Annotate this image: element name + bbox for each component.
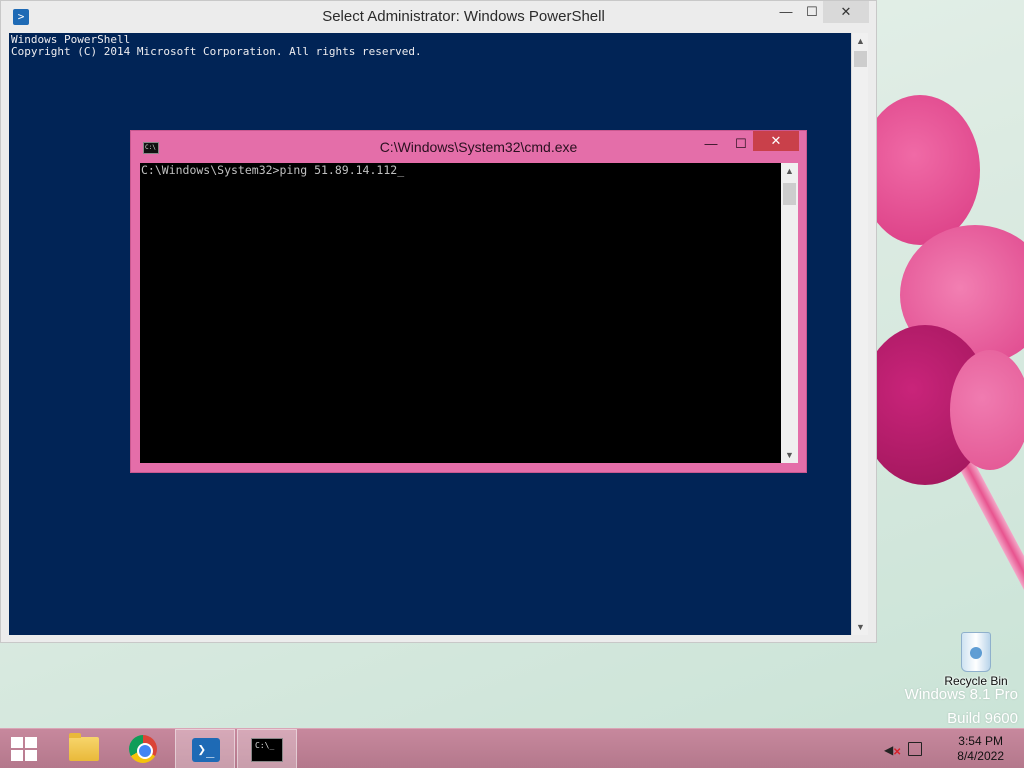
scroll-down-icon[interactable]: ▼	[781, 447, 798, 463]
scroll-up-icon[interactable]: ▲	[781, 163, 798, 179]
folder-icon	[69, 733, 99, 761]
cmd-scrollbar[interactable]: ▲ ▼	[781, 163, 798, 463]
taskbar-file-explorer[interactable]	[52, 729, 112, 768]
clock-date: 8/4/2022	[957, 749, 1004, 763]
console-line: Copyright (C) 2014 Microsoft Corporation…	[11, 45, 422, 58]
taskbar: ❯_ C:\_ ◀ ✕ 3:54 PM 8/4/2022	[0, 728, 1024, 768]
text-cursor: _	[397, 163, 405, 177]
powershell-titlebar[interactable]: > Select Administrator: Windows PowerShe…	[1, 1, 876, 33]
scroll-up-icon[interactable]: ▲	[852, 33, 869, 49]
cmd-window[interactable]: C:\ C:\Windows\System32\cmd.exe — ☐ ✕ C:…	[130, 130, 807, 473]
clock-time: 3:54 PM	[958, 734, 1003, 748]
taskbar-command-prompt[interactable]: C:\_	[237, 729, 297, 768]
powershell-icon: ❯_	[192, 738, 220, 762]
powershell-scrollbar[interactable]: ▲ ▼	[851, 33, 868, 635]
recycle-bin[interactable]: Recycle Bin	[940, 632, 1012, 688]
system-tray: ◀ ✕ 3:54 PM 8/4/2022	[884, 729, 1024, 768]
taskbar-powershell[interactable]: ❯_	[175, 729, 235, 768]
scroll-thumb[interactable]	[783, 183, 796, 205]
close-button[interactable]: ✕	[823, 1, 869, 23]
cmd-icon: C:\_	[251, 738, 283, 762]
os-watermark-build: Build 9600	[947, 710, 1018, 727]
os-watermark-edition: Windows 8.1 Pro	[904, 686, 1018, 703]
powershell-title: Select Administrator: Windows PowerShell	[322, 8, 605, 25]
recycle-bin-icon[interactable]	[961, 632, 991, 672]
flower-petal	[950, 350, 1024, 470]
minimize-button[interactable]: —	[696, 133, 726, 155]
mute-x-icon: ✕	[893, 747, 902, 758]
clock[interactable]: 3:54 PM 8/4/2022	[957, 734, 1004, 764]
flower-petal	[860, 95, 980, 245]
scroll-down-icon[interactable]: ▼	[852, 619, 869, 635]
cmd-console[interactable]: C:\Windows\System32>ping 51.89.14.112_	[140, 163, 781, 463]
scroll-thumb[interactable]	[854, 51, 867, 67]
windows-logo-icon	[11, 737, 37, 761]
chrome-icon	[129, 735, 157, 763]
taskbar-chrome[interactable]	[113, 729, 173, 768]
command-line: C:\Windows\System32>ping 51.89.14.112	[141, 163, 398, 177]
network-icon[interactable]	[908, 742, 922, 756]
recycle-bin-label: Recycle Bin	[944, 674, 1008, 688]
maximize-button[interactable]: ☐	[726, 133, 756, 155]
close-button[interactable]: ✕	[753, 131, 799, 151]
start-button[interactable]	[0, 729, 50, 768]
